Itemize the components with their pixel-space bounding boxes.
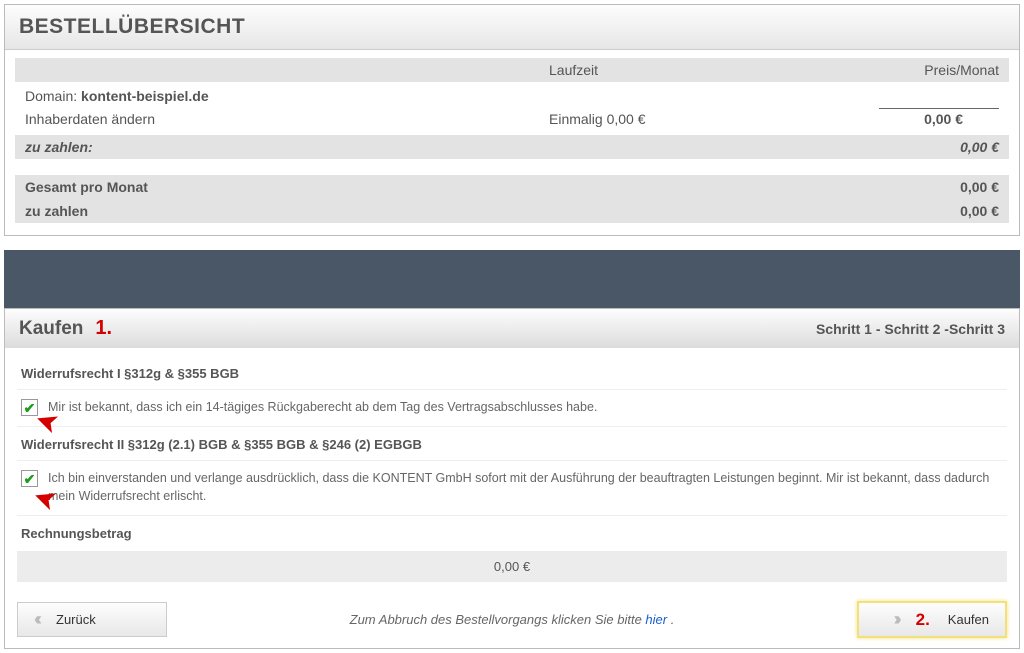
grand-total-value: 0,00 € (779, 199, 1009, 223)
order-table: Laufzeit Preis/Monat Domain: kontent-bei… (15, 58, 1009, 223)
order-overview-header: BESTELLÜBERSICHT (5, 5, 1019, 50)
col-preis: Preis/Monat (779, 58, 1009, 82)
item-type: Einmalig 0,00 € (539, 106, 779, 135)
separator-banner (4, 250, 1020, 308)
withdrawal-1-text: Mir ist bekannt, dass ich ein 14-tägiges… (48, 398, 597, 416)
withdrawal-2-row: ✔ Ich bin einverstanden und verlange aus… (17, 461, 1007, 516)
buy-header: Kaufen 1. Schritt 1 - Schritt 2 -Schritt… (5, 309, 1019, 348)
item-row: Inhaberdaten ändern Einmalig 0,00 € 0,00… (15, 106, 1009, 135)
withdrawal-2-checkbox[interactable]: ✔ (21, 470, 38, 487)
buy-button-label: Kaufen (948, 612, 989, 627)
to-pay-value: 0,00 € (779, 135, 1009, 159)
domain-name: kontent-beispiel.de (81, 88, 209, 104)
buy-title: Kaufen 1. (19, 317, 112, 340)
domain-row: Domain: kontent-beispiel.de (15, 82, 1009, 106)
withdrawal-1-row: ✔ Mir ist bekannt, dass ich ein 14-tägig… (17, 390, 1007, 427)
cancel-suffix: . (671, 612, 675, 627)
to-pay-row: zu zahlen: 0,00 € (15, 135, 1009, 159)
withdrawal-2-text: Ich bin einverstanden und verlange ausdr… (48, 469, 1003, 505)
order-table-header: Laufzeit Preis/Monat (15, 58, 1009, 82)
cancel-link[interactable]: hier (645, 612, 667, 627)
back-button[interactable]: ‹‹ Zurück (17, 602, 167, 637)
annotation-1: 1. (95, 317, 112, 340)
annotation-2: 2. (916, 610, 930, 630)
buy-button[interactable]: ›› 2. Kaufen (857, 601, 1007, 638)
step-indicator: Schritt 1 - Schritt 2 -Schritt 3 (816, 321, 1005, 337)
cancel-prefix: Zum Abbruch des Bestellvorgangs klicken … (350, 612, 646, 627)
buy-panel: Kaufen 1. Schritt 1 - Schritt 2 -Schritt… (4, 308, 1020, 649)
check-icon: ✔ (24, 472, 36, 486)
col-laufzeit: Laufzeit (539, 58, 779, 82)
withdrawal-2-title: Widerrufsrecht II §312g (2.1) BGB & §355… (17, 427, 1007, 461)
order-overview-body: Laufzeit Preis/Monat Domain: kontent-bei… (5, 50, 1019, 235)
to-pay-label: zu zahlen: (15, 135, 779, 159)
page-title: BESTELLÜBERSICHT (19, 15, 1005, 39)
chevron-right-icon: ›› (894, 609, 898, 630)
chevron-left-icon: ‹‹ (34, 609, 38, 630)
order-overview-panel: BESTELLÜBERSICHT Laufzeit Preis/Monat Do… (4, 4, 1020, 236)
total-month-row: Gesamt pro Monat 0,00 € (15, 175, 1009, 199)
col-empty (15, 58, 539, 82)
cancel-text: Zum Abbruch des Bestellvorgangs klicken … (167, 612, 857, 627)
item-price: 0,00 € (879, 108, 999, 129)
back-button-label: Zurück (56, 612, 96, 627)
withdrawal-1-checkbox[interactable]: ✔ (21, 399, 38, 416)
invoice-amount-label: Rechnungsbetrag (17, 516, 1007, 549)
buy-body: Widerrufsrecht I §312g & §355 BGB ✔ Mir … (5, 348, 1019, 648)
domain-prefix: Domain: (25, 88, 81, 104)
grand-total-label: zu zahlen (15, 199, 779, 223)
buy-footer: ‹‹ Zurück Zum Abbruch des Bestellvorgang… (17, 601, 1007, 638)
invoice-amount-value: 0,00 € (17, 551, 1007, 582)
total-month-label: Gesamt pro Monat (15, 175, 779, 199)
total-month-value: 0,00 € (779, 175, 1009, 199)
check-icon: ✔ (24, 401, 36, 415)
grand-total-row: zu zahlen 0,00 € (15, 199, 1009, 223)
withdrawal-1-title: Widerrufsrecht I §312g & §355 BGB (17, 356, 1007, 390)
buy-title-text: Kaufen (19, 318, 83, 340)
item-label: Inhaberdaten ändern (15, 106, 539, 135)
